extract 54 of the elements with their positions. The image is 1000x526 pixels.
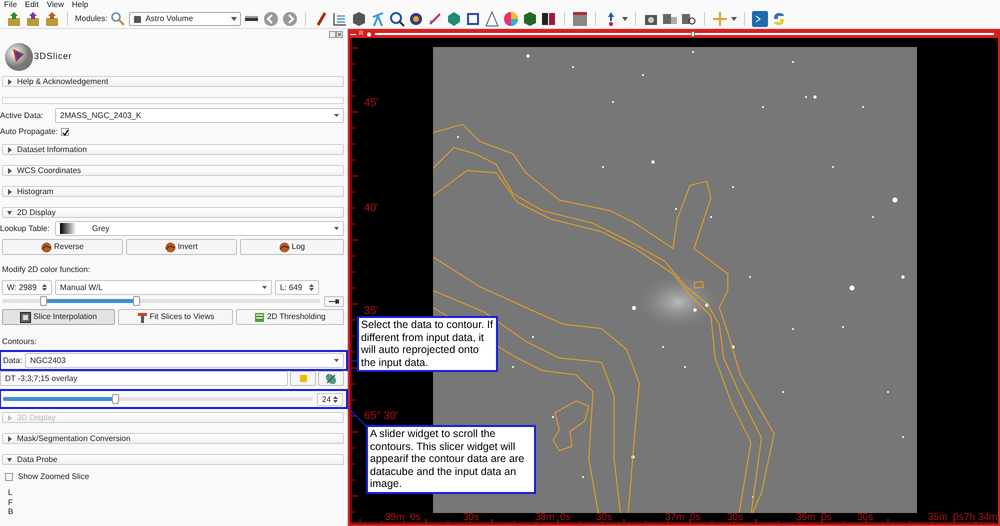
section-header[interactable]: WCS Coordinates — [2, 165, 344, 176]
section-header[interactable]: Help & Acknowledgement — [2, 76, 344, 87]
axis-label: 37m 0s — [665, 511, 701, 525]
axis-label: 36m 0s — [796, 511, 832, 525]
dropdown[interactable]: Grey — [55, 221, 344, 236]
axis-label: 35' — [364, 304, 378, 319]
toolbar-button[interactable]: Log — [240, 239, 344, 255]
axis-label: 38m 0s — [535, 511, 571, 525]
axis-label: 39m 0s — [385, 511, 421, 525]
axis-label: 65° 30' — [364, 409, 398, 424]
window-spinbox[interactable]: W: 2989 — [2, 280, 52, 295]
toolbar-button[interactable]: 2D Thresholding — [236, 309, 344, 325]
section-header[interactable]: Mask/Segmentation Conversion — [2, 433, 344, 444]
section-header[interactable]: Histogram — [2, 186, 344, 197]
preset-dropdown[interactable]: Manual W/L — [55, 280, 272, 295]
section-header[interactable]: Dataset Information — [2, 144, 344, 155]
level-spinbox[interactable]: L: 649 — [275, 280, 319, 295]
menu-item[interactable]: View — [46, 0, 64, 10]
probe-label: L — [8, 488, 14, 498]
axis-label: 35m 0s — [928, 511, 964, 525]
probe-label: F — [8, 498, 14, 507]
slice-spinbox[interactable]: 24 — [317, 392, 343, 406]
callout-note: A slider widget to scroll the contours. This slicer widget will appearif the contour data are are datacube and the input data an image. — [366, 425, 536, 494]
dropdown[interactable]: NGC2403 — [25, 353, 344, 368]
axis-label: 40' — [364, 201, 378, 216]
axis-label: 30s — [596, 511, 612, 525]
module-selector[interactable]: Astro Volume — [129, 12, 242, 26]
callout-note: Select the data to contour. If different from input data, it will auto reprojected onto the input data. — [357, 316, 498, 372]
menu-item[interactable]: Edit — [24, 0, 39, 10]
axis-label: 45' — [364, 96, 378, 111]
dropdown[interactable]: 2MASS_NGC_2403_K — [55, 108, 344, 123]
toolbar-button[interactable]: Reverse — [2, 239, 123, 255]
modules-label: Modules: — [75, 13, 108, 25]
axis-label: 30s — [857, 511, 874, 525]
toolbar-button[interactable]: Fit Slices to Views — [118, 309, 233, 325]
contour-field[interactable]: DT -3;3;7;15 overlay — [0, 371, 288, 386]
logo-text: 3DSlicer — [34, 50, 72, 64]
field-label: Data: — [3, 354, 22, 366]
field-label: Lookup Table: — [0, 222, 51, 234]
checkbox-label: Show Zoomed Slice — [18, 471, 90, 483]
menu-item[interactable]: Help — [72, 0, 88, 10]
axis-label: 7h 34m — [964, 511, 998, 525]
toolbar-button[interactable]: Slice Interpolation — [2, 309, 116, 325]
menu-item[interactable]: File — [4, 0, 17, 10]
probe-label: B — [8, 507, 14, 516]
axis-label: 30s — [727, 511, 744, 525]
section-header[interactable]: 2D Display — [2, 207, 344, 218]
field-label: Auto Propagate: — [0, 126, 58, 138]
section-label: Modify 2D color function: — [2, 265, 92, 275]
toolbar-button[interactable]: Invert — [126, 239, 237, 255]
section-label: Contours: — [2, 337, 38, 347]
field-label: Active Data: — [0, 110, 44, 122]
section-header[interactable]: Data Probe — [2, 454, 344, 465]
axis-label: 30s — [463, 511, 480, 525]
